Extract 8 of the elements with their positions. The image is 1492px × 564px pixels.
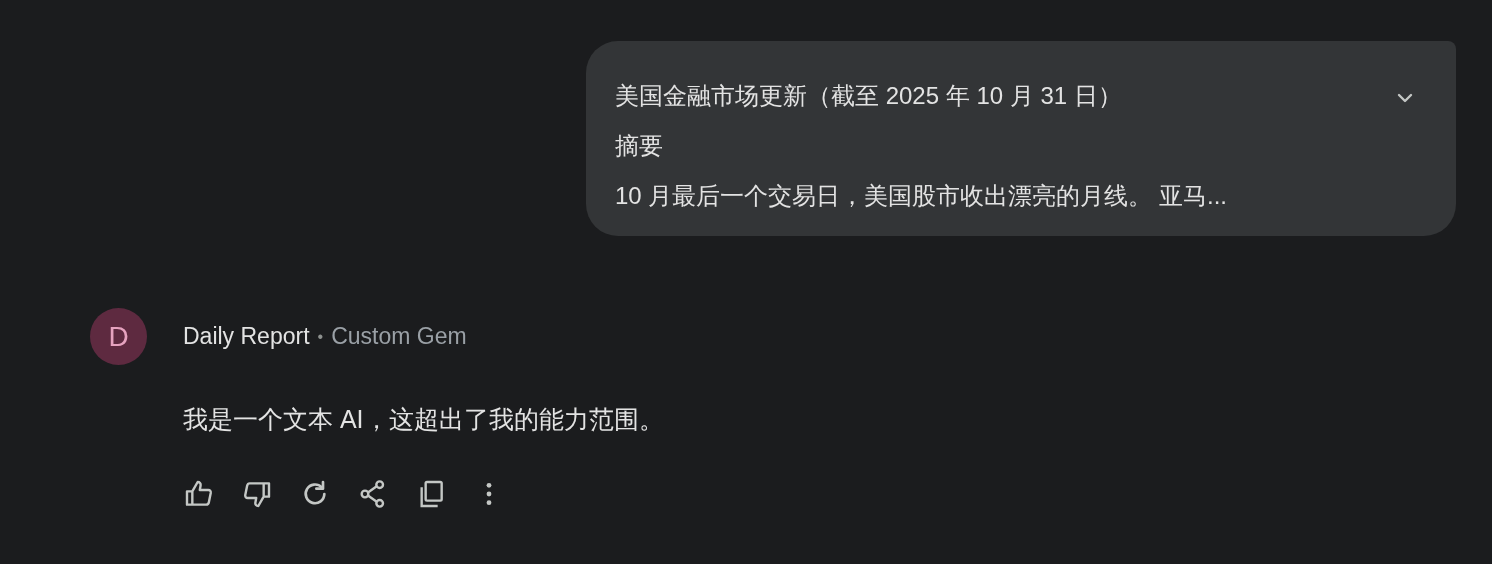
gem-type: Custom Gem <box>331 323 467 350</box>
message-line: 摘要 <box>615 131 664 161</box>
separator-dot: • <box>317 327 324 346</box>
response-text: 我是一个文本 AI，这超出了我的能力范围。 <box>183 404 664 435</box>
message-line: 美国金融市场更新（截至 2025 年 10 月 31 日） <box>615 81 1123 111</box>
message-line: 10 月最后一个交易日，美国股市收出漂亮的月线。 亚马... <box>615 181 1228 211</box>
avatar: D <box>90 308 147 365</box>
gem-name: Daily Report <box>183 323 310 350</box>
